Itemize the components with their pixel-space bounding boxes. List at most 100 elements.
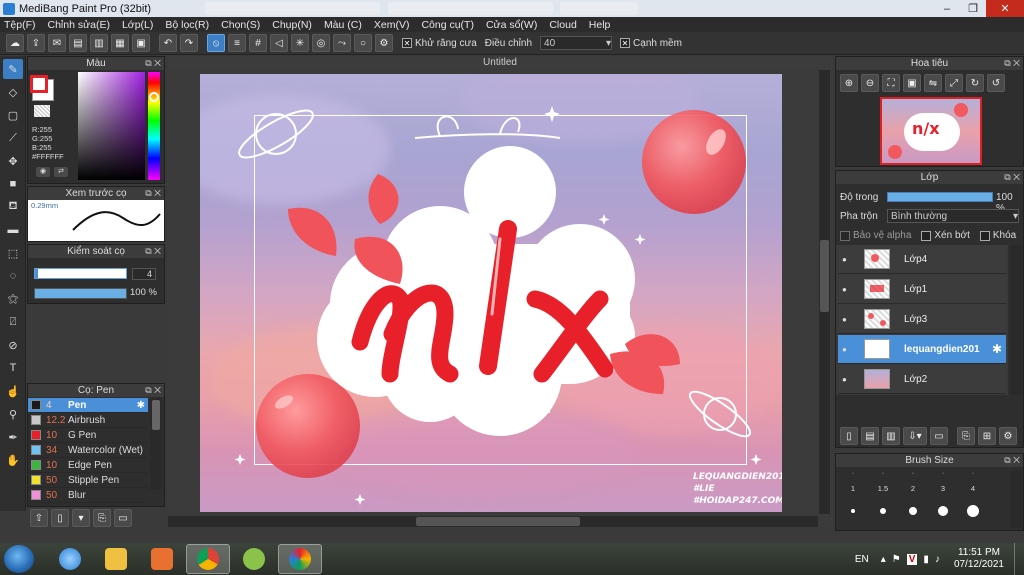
brush-size-cell[interactable]: · — [838, 470, 868, 484]
taskbar-ie[interactable] — [48, 544, 92, 574]
parallel-snap-icon[interactable]: ≡ — [228, 34, 246, 52]
navigator-thumbnail[interactable]: n/x — [880, 97, 982, 165]
redo-icon[interactable]: ↷ — [180, 34, 198, 52]
rotate-icon[interactable]: ↻ — [966, 74, 984, 92]
vanishing-point-icon[interactable]: ◁ — [270, 34, 288, 52]
panel-close-icon[interactable]: ⧉ ✕ — [145, 246, 161, 257]
brush-item-watercolor[interactable]: 34 Watercolor (Wet) — [28, 443, 148, 458]
layer-folder-icon[interactable]: ▭ — [930, 427, 948, 445]
add-brush-icon[interactable]: ▾ — [72, 509, 90, 527]
menu-view[interactable]: Xem(V) — [374, 19, 410, 31]
clock[interactable]: 11:51 PM 07/12/2021 — [954, 547, 1004, 571]
curve-snap-icon[interactable]: ⤳ — [333, 34, 351, 52]
layer-settings-icon[interactable]: ⚙ — [999, 427, 1017, 445]
brush-opacity-slider[interactable] — [34, 288, 127, 299]
document-icon[interactable]: ▤ — [69, 34, 87, 52]
fit-screen-icon[interactable]: ⛶ — [882, 74, 900, 92]
merge-layer-icon[interactable]: ⊞ — [978, 427, 996, 445]
panel-close-icon[interactable]: ⧉ ✕ — [1004, 455, 1020, 466]
taskbar-medibang[interactable] — [278, 544, 322, 574]
cloud-brush-icon[interactable]: ⇧ — [30, 509, 48, 527]
eyedropper-alt-icon[interactable]: ✒ — [3, 427, 23, 447]
brush-size-cell[interactable]: · — [928, 470, 958, 484]
line-tool-icon[interactable]: ⟋ — [3, 128, 23, 148]
color-sv-picker[interactable] — [78, 72, 145, 180]
swap-color-icon[interactable]: ⇄ — [54, 167, 68, 177]
zoom-in-icon[interactable]: ⊕ — [840, 74, 858, 92]
panel-close-icon[interactable]: ⧉ ✕ — [145, 58, 161, 69]
menu-cloud[interactable]: Cloud — [549, 19, 576, 31]
menu-snap[interactable]: Chụp(N) — [272, 19, 312, 31]
brush-item-pen[interactable]: 4 Pen ✱ — [28, 398, 148, 413]
canvas-tab-title[interactable]: Untitled — [168, 56, 832, 69]
duplicate-layer-icon[interactable]: ⎘ — [957, 427, 975, 445]
blend-mode-select[interactable]: Bình thường ▾ — [887, 209, 1019, 223]
bucket-tool-icon[interactable]: ⛾ — [3, 197, 23, 217]
flag-icon[interactable]: ⚑ — [892, 554, 901, 565]
snap-edge-checkbox[interactable]: ✕ — [620, 38, 631, 48]
new-layer-icon[interactable]: ▯ — [840, 427, 858, 445]
cross-snap-icon[interactable]: # — [249, 34, 267, 52]
visibility-dot-icon[interactable]: ● — [842, 255, 854, 264]
primary-color-swatch[interactable] — [30, 75, 48, 93]
menu-select[interactable]: Chọn(S) — [221, 19, 260, 31]
brush-item-stipple-pen[interactable]: 50 Stipple Pen — [28, 473, 148, 488]
brush-size-cell[interactable] — [958, 498, 988, 524]
volume-icon[interactable]: ♪ — [935, 554, 940, 565]
layer-row-selected[interactable]: ● lequangdien201 ✱ — [838, 335, 1006, 364]
start-button[interactable] — [4, 545, 34, 573]
snap-edge-option[interactable]: ✕ Cạnh mềm — [620, 38, 682, 49]
comment-icon[interactable]: ✉ — [48, 34, 66, 52]
brush-size-scrollbar[interactable] — [1010, 470, 1022, 528]
layer-list-scrollbar[interactable] — [1010, 245, 1022, 395]
copy-brush-icon[interactable]: ⎘ — [93, 509, 111, 527]
panel-close-icon[interactable]: ⧉ ✕ — [1004, 58, 1020, 69]
brush-list-scrollbar[interactable] — [150, 398, 162, 490]
clipping-checkbox[interactable] — [921, 230, 932, 241]
close-button[interactable]: ✕ — [986, 0, 1024, 17]
lasso-tool-icon[interactable]: ◌ — [3, 266, 23, 286]
grid-page-icon[interactable]: ▦ — [111, 34, 129, 52]
menu-file[interactable]: Tệp(F) — [4, 19, 36, 31]
show-desktop-button[interactable] — [1014, 543, 1024, 575]
panel-close-icon[interactable]: ⧉ ✕ — [1004, 172, 1020, 183]
visibility-dot-icon[interactable]: ● — [842, 375, 854, 384]
brush-tool-icon[interactable]: ✎ — [3, 59, 23, 79]
cloud-icon[interactable]: ☁ — [6, 34, 24, 52]
minimize-button[interactable]: – — [934, 0, 960, 17]
restore-button[interactable]: ❐ — [960, 0, 986, 17]
panel-close-icon[interactable]: ⧉ ✕ — [145, 385, 161, 396]
antialias-checkbox[interactable]: ✕ — [402, 38, 412, 48]
snap-off-icon[interactable]: ⦸ — [207, 34, 225, 52]
rectangle-fill-icon[interactable]: ■ — [3, 174, 23, 194]
tray-chevron-icon[interactable]: ▴ — [881, 554, 886, 565]
brush-item-airbrush[interactable]: 12.2 Airbrush — [28, 413, 148, 428]
brush-size-cell[interactable]: · — [958, 470, 988, 484]
hue-handle[interactable] — [149, 92, 159, 102]
visibility-dot-icon[interactable]: ● — [842, 285, 854, 294]
gear-icon[interactable]: ✱ — [137, 400, 145, 411]
layer-row[interactable]: ● Lớp3 — [838, 305, 1006, 334]
fullscreen-icon[interactable]: ⤢ — [945, 74, 963, 92]
dot-tool-icon[interactable]: ▢ — [3, 105, 23, 125]
menu-help[interactable]: Help — [589, 19, 611, 31]
vietkey-icon[interactable]: V — [906, 553, 918, 565]
hue-slider[interactable] — [148, 72, 160, 180]
artwork[interactable]: LEQUANGDIEN201 #LIE #HOIDAP247.COM — [200, 74, 782, 512]
menu-edit[interactable]: Chỉnh sửa(E) — [48, 19, 110, 31]
rotate-left-icon[interactable]: ↺ — [987, 74, 1005, 92]
antialias-option[interactable]: ✕ Khử răng cưa — [402, 38, 477, 49]
eyedropper-icon[interactable]: ⚲ — [3, 404, 23, 424]
hand-tool-icon[interactable]: ✋ — [3, 450, 23, 470]
visibility-dot-icon[interactable]: ● — [842, 315, 854, 324]
adjust-select[interactable]: 40 ▾ — [540, 36, 613, 50]
brush-item-blur[interactable]: 50 Blur — [28, 488, 148, 503]
brush-size-cell[interactable] — [928, 498, 958, 524]
export-icon[interactable]: ⇪ — [27, 34, 45, 52]
canvas-vertical-scrollbar[interactable] — [819, 70, 830, 514]
menu-color[interactable]: Màu (C) — [324, 19, 362, 31]
taskbar-chrome[interactable] — [186, 544, 230, 574]
menu-layer[interactable]: Lớp(L) — [122, 19, 153, 31]
brush-size-cell[interactable] — [838, 498, 868, 524]
language-indicator[interactable]: EN — [855, 554, 869, 565]
